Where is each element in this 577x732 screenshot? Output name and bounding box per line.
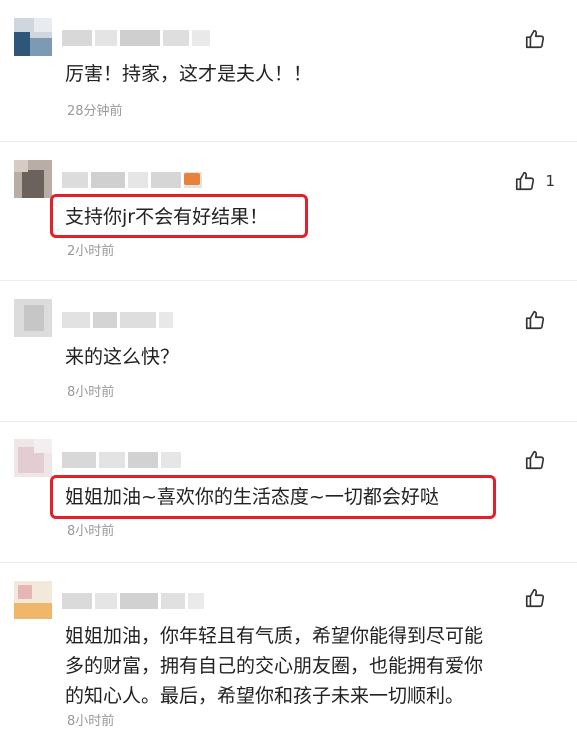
comment-text: 来的这么快？ bbox=[65, 346, 180, 368]
like-button[interactable] bbox=[524, 309, 555, 331]
comment-time: 2小时前 bbox=[67, 244, 115, 259]
comment-time: 8小时前 bbox=[67, 714, 115, 729]
avatar[interactable] bbox=[14, 18, 52, 56]
level-badge bbox=[184, 173, 200, 185]
comment-time: 8小时前 bbox=[67, 524, 115, 539]
username-blurred[interactable] bbox=[62, 312, 176, 328]
like-button[interactable]: 1 bbox=[514, 170, 555, 192]
comment-item: 1 支持你jr不会有好结果！ 2小时前 bbox=[0, 142, 577, 280]
comment-text-line: 姐姐加油，你年轻且有气质，希望你能得到尽可能 bbox=[65, 625, 484, 647]
username-blurred[interactable] bbox=[62, 452, 184, 468]
comment-text-line: 多的财富，拥有自己的交心朋友圈，也能拥有爱你 bbox=[65, 655, 484, 677]
comment-item: 来的这么快？ 8小时前 bbox=[0, 281, 577, 421]
comment-item: 姐姐加油~喜欢你的生活态度~一切都会好哒 8小时前 bbox=[0, 422, 577, 562]
like-button[interactable] bbox=[524, 587, 555, 609]
like-count: 1 bbox=[545, 172, 555, 190]
highlight-box bbox=[50, 475, 496, 519]
thumbs-up-icon bbox=[525, 588, 545, 608]
thumbs-up-icon bbox=[525, 310, 545, 330]
thumbs-up-icon bbox=[516, 171, 535, 191]
comment-text-line: 的知心人。最后，希望你和孩子未来一切顺利。 bbox=[65, 685, 465, 707]
like-button[interactable] bbox=[524, 28, 555, 50]
like-button[interactable] bbox=[524, 449, 555, 471]
username-blurred[interactable] bbox=[62, 30, 213, 46]
avatar[interactable] bbox=[14, 299, 52, 337]
comment-item: 姐姐加油，你年轻且有气质，希望你能得到尽可能 多的财富，拥有自己的交心朋友圈，也… bbox=[0, 563, 577, 732]
comment-time: 28分钟前 bbox=[67, 104, 123, 119]
thumbs-up-icon bbox=[525, 29, 545, 49]
thumbs-up-icon bbox=[525, 450, 545, 470]
comment-item: 厉害！持家，这才是夫人！！ 28分钟前 bbox=[0, 0, 577, 140]
highlight-box bbox=[50, 194, 308, 238]
avatar[interactable] bbox=[14, 581, 52, 619]
username-blurred[interactable] bbox=[62, 593, 207, 609]
avatar[interactable] bbox=[14, 439, 52, 477]
avatar[interactable] bbox=[14, 160, 52, 198]
comment-time: 8小时前 bbox=[67, 385, 115, 400]
comment-text: 厉害！持家，这才是夫人！！ bbox=[65, 63, 313, 85]
